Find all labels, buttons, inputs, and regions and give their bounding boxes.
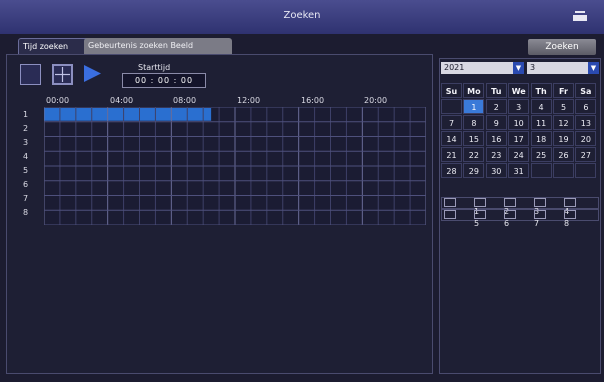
calendar-day[interactable]: 5 bbox=[553, 99, 574, 114]
channel-label: 4 bbox=[23, 152, 29, 161]
calendar-day[interactable]: 10 bbox=[508, 115, 530, 130]
weekday-header: Mo bbox=[463, 83, 485, 98]
single-view-icon[interactable] bbox=[20, 64, 41, 85]
calendar-day[interactable]: 18 bbox=[530, 131, 552, 146]
channel-label: 5 bbox=[23, 166, 29, 175]
calendar-day[interactable]: 16 bbox=[485, 131, 507, 146]
checkbox-icon[interactable] bbox=[474, 198, 486, 207]
calendar-day[interactable]: 31 bbox=[508, 163, 530, 178]
calendar-day[interactable]: 24 bbox=[508, 147, 530, 162]
weekday-header: Su bbox=[441, 83, 462, 98]
checkbox-icon[interactable] bbox=[564, 198, 576, 207]
channel-checkbox[interactable]: 2 bbox=[504, 198, 518, 216]
start-time-field[interactable]: 00 : 00 : 00 bbox=[122, 73, 206, 88]
calendar-day[interactable]: 29 bbox=[463, 163, 485, 178]
channel-label: 3 bbox=[23, 138, 29, 147]
tab-event-search[interactable]: Gebeurtenis zoeken Beeld bbox=[84, 38, 232, 54]
channel-checkbox-label: 6 bbox=[504, 219, 510, 228]
calendar-day[interactable]: 20 bbox=[575, 131, 597, 146]
weekday-header: Sa bbox=[575, 83, 597, 98]
channel-checkbox[interactable]: 3 bbox=[534, 198, 548, 216]
hour-label: 00:00 bbox=[46, 96, 70, 105]
hour-label: 04:00 bbox=[110, 96, 134, 105]
recording-segment bbox=[44, 108, 212, 121]
weekday-header: Fr bbox=[553, 83, 574, 98]
checkbox-icon[interactable] bbox=[444, 210, 456, 219]
channel-checkbox[interactable]: 8 bbox=[564, 210, 578, 228]
timeline-grid[interactable] bbox=[44, 107, 426, 225]
calendar-day[interactable]: 2 bbox=[485, 99, 507, 114]
channel-select-all[interactable] bbox=[444, 210, 458, 219]
hour-label: 08:00 bbox=[173, 96, 197, 105]
calendar-day[interactable]: 27 bbox=[575, 147, 597, 162]
calendar-day[interactable]: 26 bbox=[553, 147, 574, 162]
start-time-label: Starttijd bbox=[138, 63, 171, 72]
hour-label: 12:00 bbox=[237, 96, 261, 105]
channel-checkbox-label: 8 bbox=[564, 219, 570, 228]
calendar-day[interactable]: 19 bbox=[553, 131, 574, 146]
checkbox-icon[interactable] bbox=[534, 198, 546, 207]
channel-checkbox[interactable]: 5 bbox=[474, 210, 488, 228]
channel-checkbox-label: 7 bbox=[534, 219, 540, 228]
checkbox-icon[interactable] bbox=[504, 198, 516, 207]
channel-label: 2 bbox=[23, 124, 29, 133]
weekday-header: Tu bbox=[485, 83, 507, 98]
calendar-day[interactable]: 8 bbox=[463, 115, 485, 130]
channel-label: 8 bbox=[23, 208, 29, 217]
search-button[interactable]: Zoeken bbox=[528, 39, 596, 55]
weekday-header: Th bbox=[530, 83, 552, 98]
chevron-down-icon[interactable]: ▼ bbox=[588, 62, 599, 74]
channel-checkbox[interactable]: 7 bbox=[534, 210, 548, 228]
quad-view-icon[interactable] bbox=[52, 64, 73, 85]
calendar-empty[interactable] bbox=[441, 99, 462, 114]
weekday-header: We bbox=[508, 83, 530, 98]
checkbox-icon[interactable] bbox=[504, 210, 516, 219]
channel-checkbox[interactable]: 6 bbox=[504, 210, 518, 228]
month-select[interactable]: 3 ▼ bbox=[527, 62, 599, 74]
calendar-day[interactable]: 7 bbox=[441, 115, 462, 130]
year-select[interactable]: 2021 ▼ bbox=[441, 62, 524, 74]
channel-label: 7 bbox=[23, 194, 29, 203]
calendar-day[interactable]: 23 bbox=[485, 147, 507, 162]
hour-label: 16:00 bbox=[301, 96, 325, 105]
channel-label: 1 bbox=[23, 110, 29, 119]
calendar-day[interactable]: 13 bbox=[575, 115, 597, 130]
calendar-day[interactable]: 15 bbox=[463, 131, 485, 146]
checkbox-icon[interactable] bbox=[564, 210, 576, 219]
exit-icon[interactable] bbox=[573, 11, 587, 21]
calendar-day[interactable]: 3 bbox=[508, 99, 530, 114]
calendar-day[interactable]: 6 bbox=[575, 99, 597, 114]
channel-checkbox-label: 5 bbox=[474, 219, 480, 228]
calendar-day[interactable]: 14 bbox=[441, 131, 462, 146]
calendar-day[interactable]: 30 bbox=[485, 163, 507, 178]
channel-checkbox[interactable]: 1 bbox=[474, 198, 488, 216]
calendar-day[interactable]: 4 bbox=[530, 99, 552, 114]
window-title: Zoeken bbox=[283, 10, 321, 21]
checkbox-icon[interactable] bbox=[534, 210, 546, 219]
checkbox-icon[interactable] bbox=[444, 198, 456, 207]
title-bar: Zoeken bbox=[0, 0, 604, 34]
calendar-day[interactable]: 12 bbox=[553, 115, 574, 130]
calendar-day[interactable]: 9 bbox=[485, 115, 507, 130]
checkbox-icon[interactable] bbox=[474, 210, 486, 219]
calendar-day[interactable]: 21 bbox=[441, 147, 462, 162]
channel-checkbox[interactable]: 4 bbox=[564, 198, 578, 216]
calendar-day[interactable]: 28 bbox=[441, 163, 462, 178]
channel-label: 6 bbox=[23, 180, 29, 189]
channel-select-all[interactable] bbox=[444, 198, 458, 207]
calendar-day[interactable]: 11 bbox=[530, 115, 552, 130]
calendar-day[interactable]: 17 bbox=[508, 131, 530, 146]
month-value: 3 bbox=[530, 63, 536, 72]
play-icon[interactable] bbox=[83, 64, 102, 83]
tab-time-search[interactable]: Tijd zoeken bbox=[18, 38, 92, 55]
calendar-empty[interactable] bbox=[530, 163, 552, 178]
hour-label: 20:00 bbox=[364, 96, 388, 105]
calendar-day[interactable]: 22 bbox=[463, 147, 485, 162]
year-value: 2021 bbox=[444, 63, 465, 72]
calendar-empty[interactable] bbox=[553, 163, 574, 178]
calendar-day[interactable]: 1 bbox=[463, 99, 485, 114]
chevron-down-icon[interactable]: ▼ bbox=[513, 62, 524, 74]
calendar-empty[interactable] bbox=[575, 163, 597, 178]
calendar-day[interactable]: 25 bbox=[530, 147, 552, 162]
